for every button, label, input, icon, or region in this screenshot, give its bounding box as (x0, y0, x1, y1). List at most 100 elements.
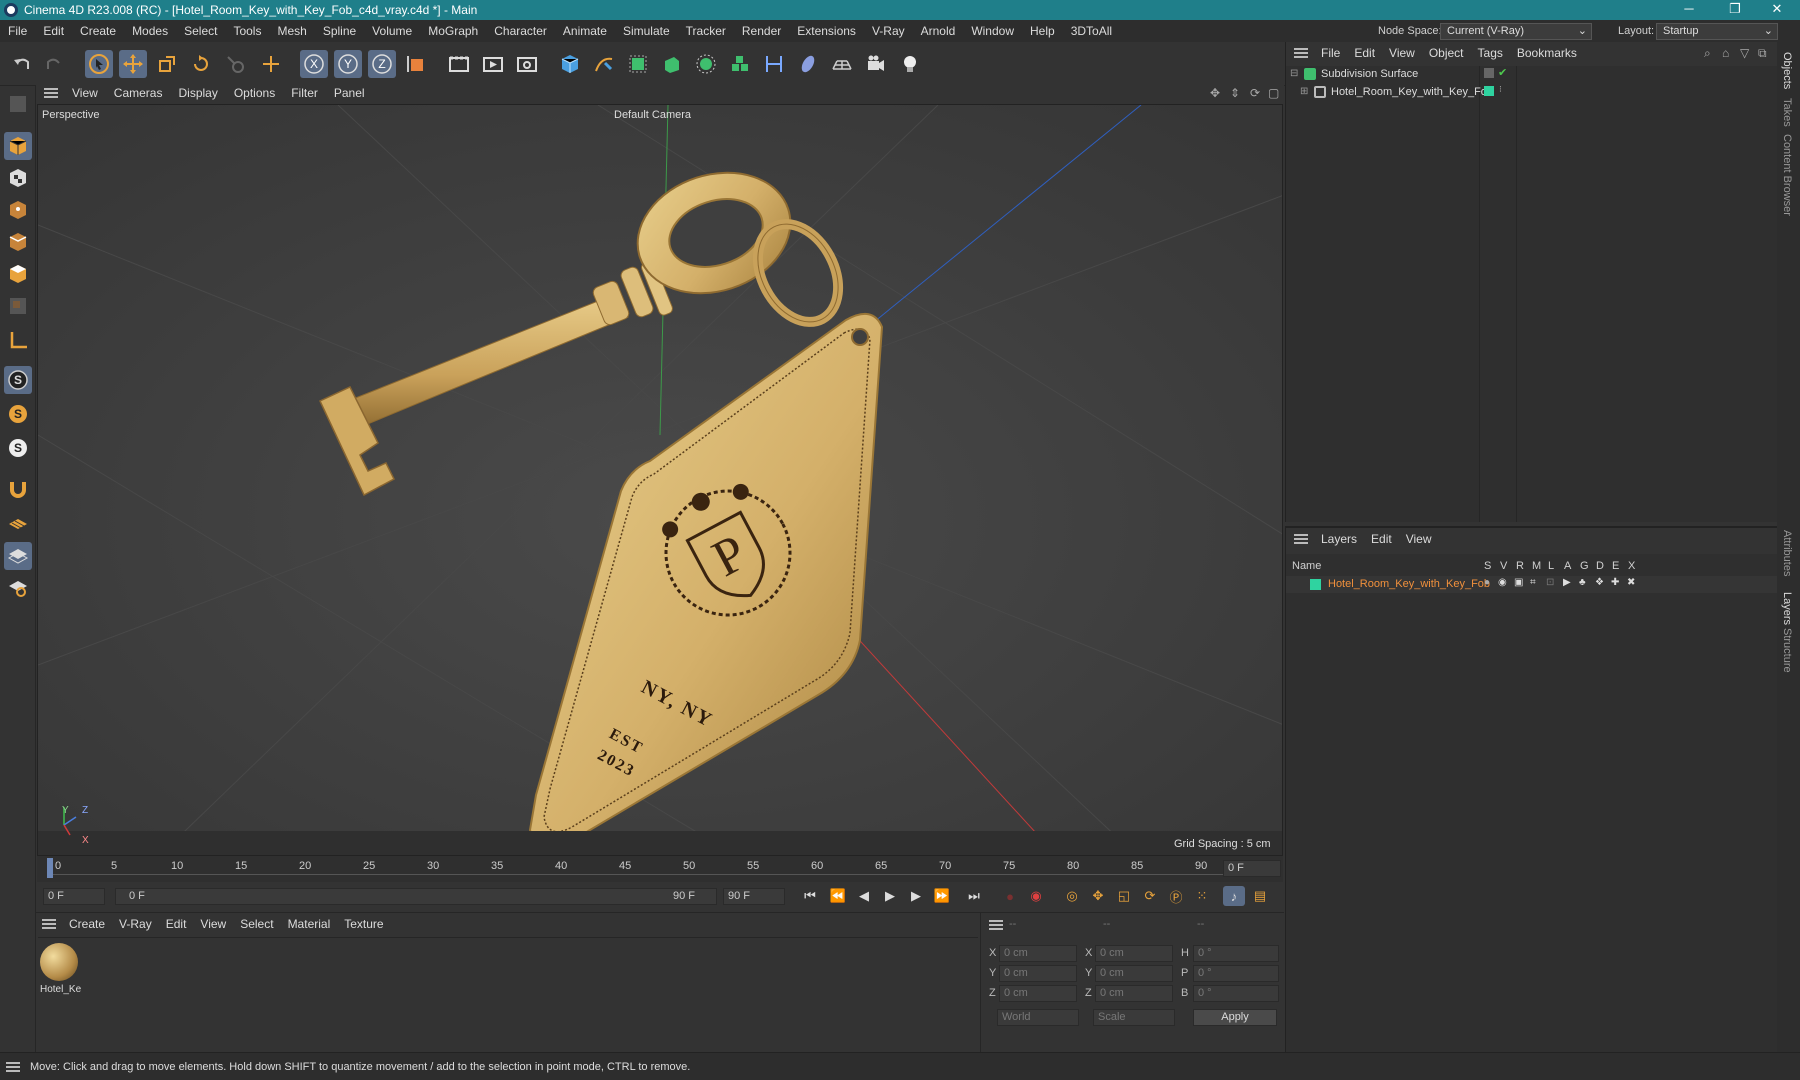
previous-key-icon[interactable]: ⏪ (827, 886, 849, 906)
viewport-menu-view[interactable]: View (64, 86, 106, 100)
viewport-zoom-icon[interactable]: ⇕ (1230, 86, 1240, 100)
render-to-picture-viewer-icon[interactable] (479, 50, 507, 78)
viewport-move-icon[interactable]: ✥ (1210, 86, 1220, 100)
keyframe-selection-icon[interactable]: ◎ (1061, 886, 1083, 906)
axis-mode-icon[interactable] (4, 326, 32, 354)
coordinate-mode-select[interactable]: Scale (1093, 1009, 1175, 1026)
menu-file[interactable]: File (0, 24, 35, 38)
end-frame-field[interactable]: 90 F (723, 888, 785, 905)
menu-window[interactable]: Window (963, 24, 1022, 38)
minimize-button[interactable]: ─ (1666, 0, 1712, 20)
menu-render[interactable]: Render (734, 24, 789, 38)
redo-button[interactable] (40, 50, 68, 78)
layer-render-icon[interactable]: ▣ (1514, 577, 1523, 588)
deformer-bend-icon[interactable] (760, 50, 788, 78)
move-tool-icon[interactable] (119, 50, 147, 78)
key-pla-icon[interactable]: ⁙ (1191, 886, 1213, 906)
object-name[interactable]: Hotel_Room_Key_with_Key_Fob (1331, 86, 1493, 98)
tab-content-browser[interactable]: Content Browser (1781, 134, 1793, 216)
layer-visible-eye-icon[interactable]: ◉ (1498, 577, 1507, 588)
close-button[interactable]: ✕ (1754, 0, 1800, 20)
status-menu-icon[interactable] (6, 1061, 20, 1072)
menu-extensions[interactable]: Extensions (789, 24, 864, 38)
viewport-maximize-icon[interactable]: ▢ (1268, 86, 1279, 100)
select-tool-icon[interactable] (85, 50, 113, 78)
position-z-field[interactable]: 0 cm (999, 985, 1077, 1002)
pen-spline-icon[interactable] (590, 50, 618, 78)
mograph-fracture-icon[interactable] (726, 50, 754, 78)
expand-icon[interactable]: ⊞ (1300, 86, 1308, 97)
viewport-menu-display[interactable]: Display (170, 86, 225, 100)
timeline-sound-icon[interactable]: ♪ (1223, 886, 1245, 906)
solo-single-icon[interactable]: S (4, 400, 32, 428)
restore-button[interactable]: ❐ (1712, 0, 1758, 20)
3d-viewport[interactable]: P NY, NY EST 2023 Perspective Default Ca… (37, 104, 1283, 856)
search-icon[interactable]: ⌕ (1704, 46, 1711, 61)
visibility-dots-icon[interactable]: ⁝ (1499, 84, 1502, 95)
apply-button[interactable]: Apply (1193, 1009, 1277, 1026)
lock-workplane-icon[interactable] (4, 542, 32, 570)
material-menu-vray[interactable]: V-Ray (112, 917, 159, 931)
coordinate-system-icon[interactable] (402, 50, 430, 78)
workplane-grid-icon[interactable] (4, 510, 32, 538)
material-menu-select[interactable]: Select (233, 917, 280, 931)
object-menu-icon[interactable] (1294, 48, 1308, 58)
menu-animate[interactable]: Animate (555, 24, 615, 38)
rotation-h-field[interactable]: 0 ° (1193, 945, 1279, 962)
menu-arnold[interactable]: Arnold (913, 24, 964, 38)
tab-objects[interactable]: Objects (1781, 52, 1793, 89)
menu-spline[interactable]: Spline (315, 24, 364, 38)
layer-menu-icon[interactable] (1294, 534, 1308, 544)
layer-solo-icon[interactable]: ● (1484, 577, 1490, 588)
menu-select[interactable]: Select (176, 24, 225, 38)
floor-object-icon[interactable] (828, 50, 856, 78)
object-menu-tags[interactable]: Tags (1471, 46, 1510, 60)
object-menu-file[interactable]: File (1314, 46, 1347, 60)
material-menu-icon[interactable] (42, 919, 56, 929)
menu-tools[interactable]: Tools (225, 24, 269, 38)
layer-generators-icon[interactable]: ♣ (1579, 577, 1586, 588)
layer-menu-layers[interactable]: Layers (1314, 532, 1364, 546)
node-space-select[interactable]: Current (V-Ray) ⌄ (1440, 23, 1592, 40)
menu-3dtoall[interactable]: 3DToAll (1063, 24, 1120, 38)
home-icon[interactable]: ⌂ (1722, 46, 1729, 60)
next-key-icon[interactable]: ⏩ (931, 886, 953, 906)
texture-mode-icon[interactable] (4, 164, 32, 192)
menu-modes[interactable]: Modes (124, 24, 176, 38)
rotation-b-field[interactable]: 0 ° (1193, 985, 1279, 1002)
layout-select[interactable]: Startup ⌄ (1656, 23, 1778, 40)
polygons-mode-icon[interactable] (4, 260, 32, 288)
camera-name-label[interactable]: Default Camera (614, 109, 691, 121)
menu-tracker[interactable]: Tracker (678, 24, 734, 38)
recent-tools-icon[interactable] (221, 50, 249, 78)
timeline-playhead[interactable] (47, 858, 53, 878)
light-object-icon[interactable] (896, 50, 924, 78)
viewport-menu-icon[interactable] (44, 88, 58, 98)
viewport-rotate-icon[interactable]: ⟳ (1250, 86, 1260, 100)
editor-visibility-icon[interactable] (1484, 68, 1494, 78)
mograph-cloner-icon[interactable] (692, 50, 720, 78)
object-row[interactable]: ⊟ Subdivision Surface ✔ (1286, 66, 1778, 83)
tab-structure[interactable]: Structure (1781, 628, 1793, 673)
timeline-ruler[interactable]: 0 5 10 15 20 25 30 35 40 45 50 55 60 65 … (37, 856, 1283, 882)
go-to-end-icon[interactable]: ⏭ (963, 886, 985, 906)
size-x-field[interactable]: 0 cm (1095, 945, 1173, 962)
extrude-generator-icon[interactable] (658, 50, 686, 78)
menu-edit[interactable]: Edit (35, 24, 72, 38)
menu-mograph[interactable]: MoGraph (420, 24, 486, 38)
object-row[interactable]: ⊞ Hotel_Room_Key_with_Key_Fob ⁝ (1286, 84, 1778, 101)
material-menu-material[interactable]: Material (281, 917, 338, 931)
subdivision-surface-icon[interactable] (624, 50, 652, 78)
go-to-start-icon[interactable]: ⏮ (799, 886, 821, 906)
frame-range-slider[interactable] (115, 888, 717, 905)
previous-frame-icon[interactable]: ◀ (853, 886, 875, 906)
object-menu-edit[interactable]: Edit (1347, 46, 1382, 60)
quantize-icon[interactable] (4, 574, 32, 602)
material-menu-texture[interactable]: Texture (337, 917, 390, 931)
render-view-icon[interactable] (445, 50, 473, 78)
menu-mesh[interactable]: Mesh (269, 24, 314, 38)
tab-takes[interactable]: Takes (1781, 98, 1793, 127)
menu-volume[interactable]: Volume (364, 24, 420, 38)
object-menu-object[interactable]: Object (1422, 46, 1471, 60)
menu-vray[interactable]: V-Ray (864, 24, 913, 38)
